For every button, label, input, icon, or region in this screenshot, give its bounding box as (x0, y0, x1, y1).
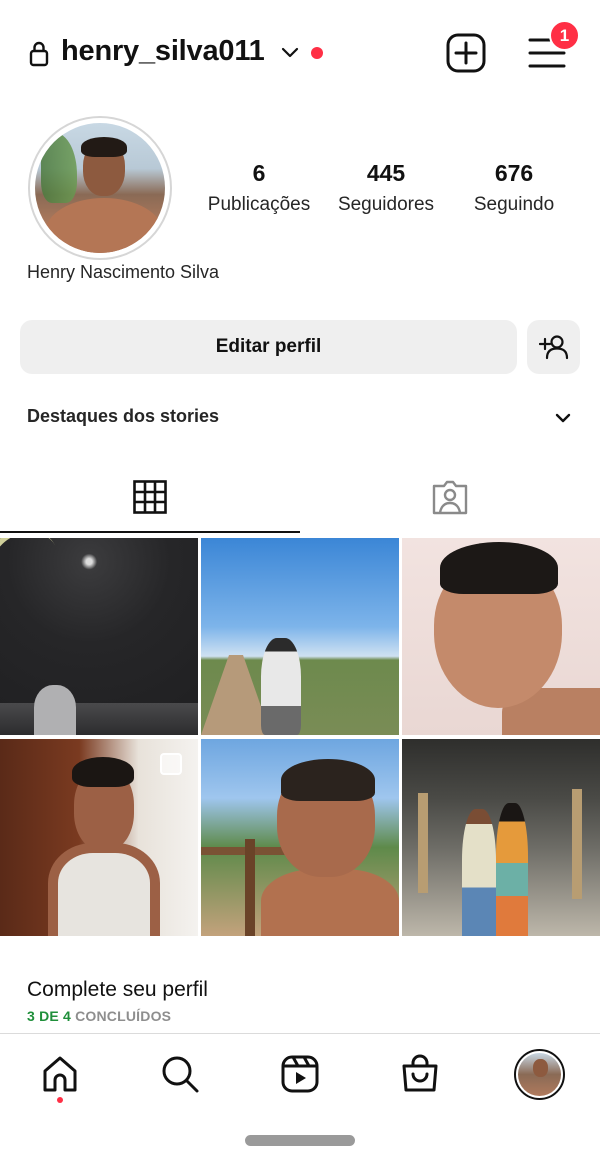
avatar-photo (35, 123, 165, 253)
stat-following-value: 676 (494, 160, 534, 186)
post-thumbnail[interactable] (0, 538, 198, 735)
stat-following[interactable]: 676 Seguindo (449, 160, 579, 216)
chevron-down-icon[interactable] (280, 43, 300, 63)
notification-badge[interactable]: 1 (549, 20, 580, 51)
profile-avatar[interactable] (28, 116, 172, 260)
story-highlights-label[interactable]: Destaques dos stories (27, 406, 219, 427)
progress-label: CONCLUÍDOS (75, 1008, 172, 1024)
stat-followers-label: Seguidores (337, 194, 435, 215)
nav-home[interactable] (38, 1052, 82, 1096)
tab-tagged[interactable] (300, 460, 600, 533)
stat-following-label: Seguindo (473, 194, 555, 215)
complete-profile-progress: 3 DE 4 CONCLUÍDOS (27, 1008, 171, 1024)
bottom-nav-divider (0, 1033, 600, 1034)
post-thumbnail[interactable] (201, 538, 399, 735)
nav-reels[interactable] (278, 1052, 322, 1096)
progress-count: 3 DE 4 (27, 1008, 71, 1024)
username[interactable]: henry_silva011 (61, 35, 265, 68)
nav-shop[interactable] (398, 1052, 442, 1096)
unread-dot (311, 47, 323, 59)
home-icon (43, 1056, 77, 1092)
person-add-icon (538, 335, 568, 360)
home-indicator[interactable] (245, 1135, 355, 1146)
add-post-icon[interactable] (446, 33, 486, 73)
nav-search[interactable] (158, 1052, 202, 1096)
stat-followers[interactable]: 445 Seguidores (321, 160, 451, 216)
tab-posts-grid[interactable] (0, 460, 300, 533)
reels-icon (281, 1055, 319, 1093)
chevron-down-icon[interactable] (553, 408, 573, 428)
discover-people-button[interactable] (527, 320, 580, 374)
edit-profile-button[interactable]: Editar perfil (20, 320, 517, 374)
stat-posts-label: Publicações (207, 194, 311, 215)
nav-profile-avatar[interactable] (514, 1049, 565, 1100)
carousel-icon (160, 753, 182, 775)
stat-followers-value: 445 (366, 160, 406, 186)
grid-icon (133, 479, 167, 514)
tagged-person-icon (432, 480, 468, 514)
post-thumbnail[interactable] (0, 739, 198, 936)
post-thumbnail[interactable] (402, 739, 600, 936)
avatar (518, 1053, 561, 1096)
post-thumbnail[interactable] (402, 538, 600, 735)
top-bar: henry_silva011 1 (0, 0, 600, 108)
full-name: Henry Nascimento Silva (27, 262, 220, 282)
home-notification-dot (57, 1097, 63, 1103)
active-tab-indicator (0, 531, 300, 533)
posts-grid (0, 538, 600, 936)
stat-posts[interactable]: 6 Publicações (194, 160, 324, 216)
shopping-bag-icon (402, 1054, 438, 1092)
stat-posts-value: 6 (252, 160, 266, 186)
search-icon (162, 1056, 199, 1093)
complete-profile-title: Complete seu perfil (27, 978, 208, 1001)
lock-icon (29, 41, 49, 67)
post-thumbnail[interactable] (201, 739, 399, 936)
